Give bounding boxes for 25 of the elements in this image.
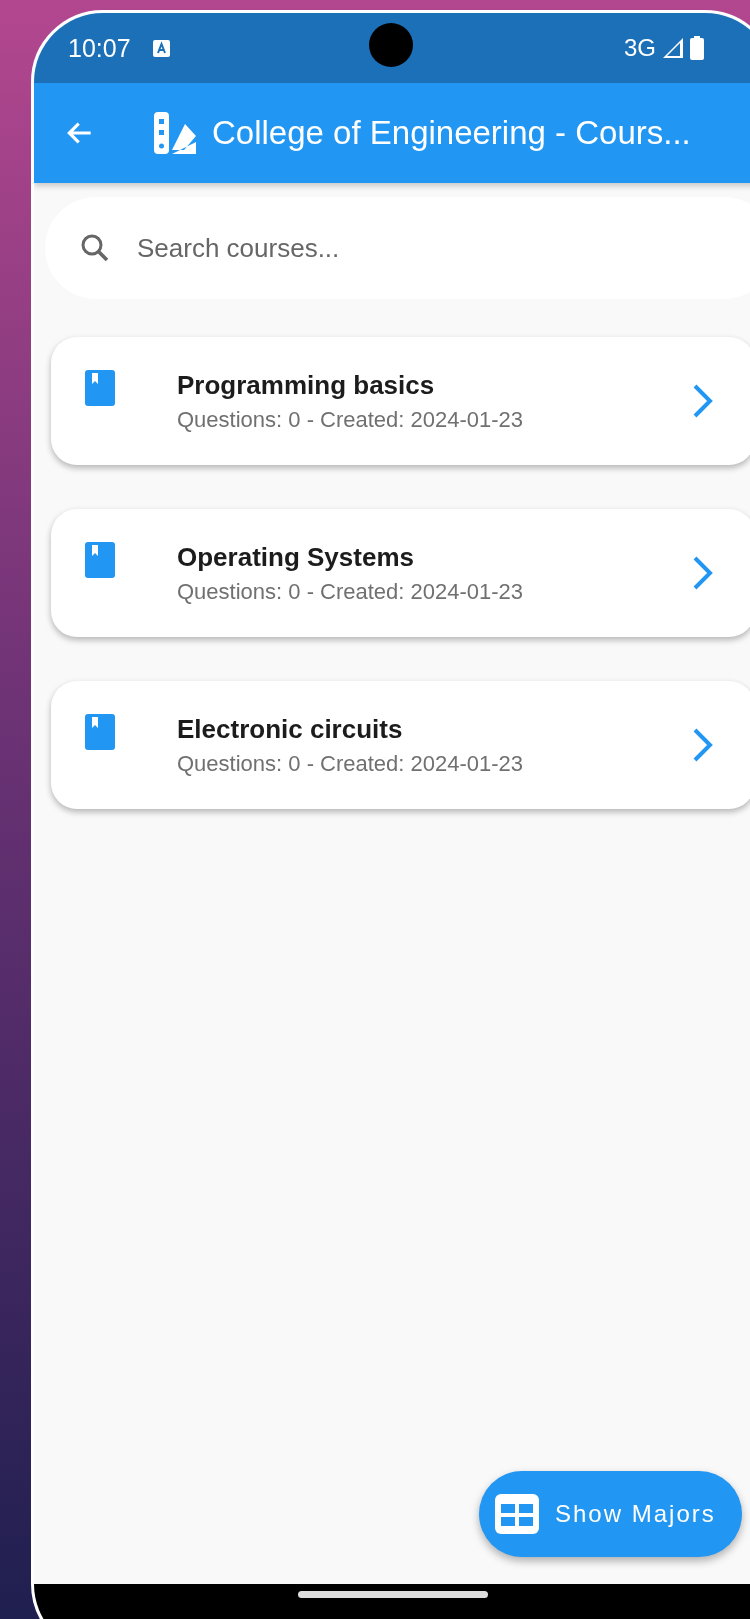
status-time: 10:07 — [68, 33, 131, 63]
swatches-icon — [152, 110, 198, 156]
book-icon — [85, 370, 115, 406]
signal-icon — [662, 37, 684, 59]
course-card[interactable]: Electronic circuits Questions: 0 - Created: 2024-01-23 — [51, 681, 750, 809]
course-subtitle: Questions: 0 - Created: 2024-01-23 — [177, 750, 524, 777]
network-type: 3G — [624, 34, 656, 62]
course-subtitle: Questions: 0 - Created: 2024-01-23 — [177, 406, 524, 433]
course-card[interactable]: Operating Systems Questions: 0 - Created: 2024-01-23 — [51, 509, 750, 637]
course-card[interactable]: Programming basics Questions: 0 - Created: 2024-01-23 — [51, 337, 750, 465]
chevron-right-icon — [691, 383, 715, 419]
chevron-right-icon — [691, 555, 715, 591]
search-field[interactable]: Search courses... — [45, 197, 750, 299]
course-title: Operating Systems — [177, 541, 415, 573]
app-bar-title: College of Engineering - Cours... — [212, 114, 691, 152]
course-title: Electronic circuits — [177, 713, 404, 745]
grid-icon — [495, 1494, 539, 1534]
book-icon — [85, 714, 115, 750]
course-subtitle: Questions: 0 - Created: 2024-01-23 — [177, 578, 524, 605]
course-title: Programming basics — [177, 369, 436, 401]
chevron-right-icon — [691, 727, 715, 763]
keyboard-a-icon — [152, 39, 170, 57]
book-icon — [85, 542, 115, 578]
camera-cutout — [369, 23, 413, 67]
battery-icon — [690, 36, 704, 60]
